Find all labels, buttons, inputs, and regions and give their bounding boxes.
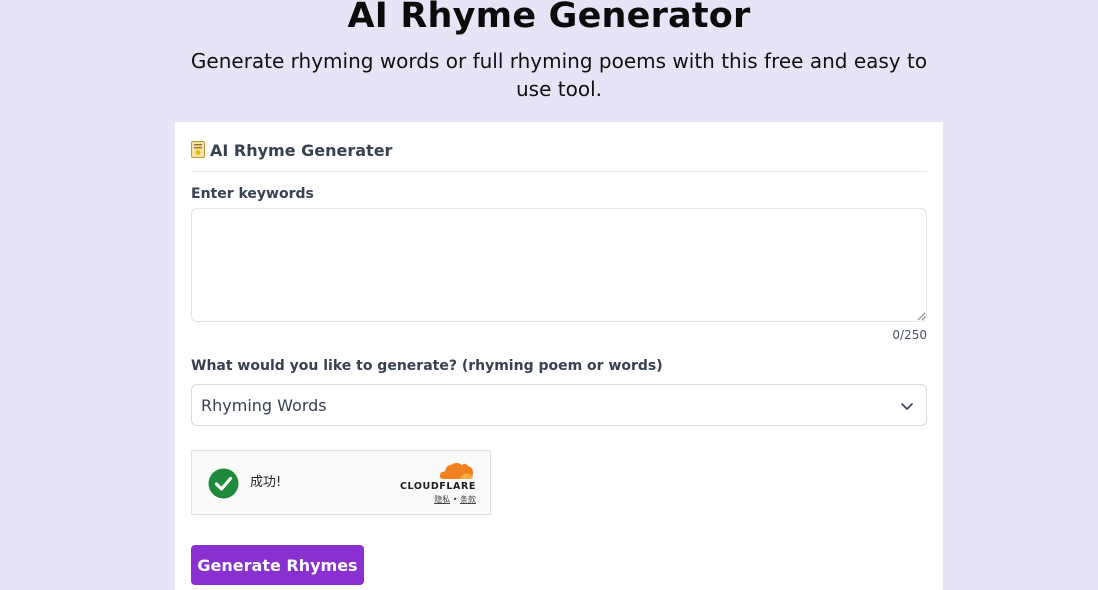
keywords-char-counter: 0/250 bbox=[892, 328, 927, 342]
page-title: AI Rhyme Generator bbox=[347, 0, 751, 36]
keywords-input[interactable] bbox=[191, 208, 927, 322]
cloudflare-wordmark: CLOUDFLARE bbox=[399, 481, 476, 492]
chevron-down-icon bbox=[901, 403, 913, 410]
page-subtitle: Generate rhyming words or full rhyming p… bbox=[190, 49, 928, 101]
card-title: AI Rhyme Generater bbox=[210, 141, 393, 160]
document-icon bbox=[191, 141, 205, 158]
links-separator: • bbox=[452, 495, 458, 504]
generate-type-select[interactable]: Rhyming Words bbox=[191, 384, 927, 426]
privacy-link[interactable]: 隐私 bbox=[434, 495, 450, 504]
terms-link[interactable]: 条款 bbox=[460, 495, 476, 504]
generate-rhymes-button[interactable]: Generate Rhymes bbox=[191, 545, 364, 585]
generate-type-label: What would you like to generate? (rhymin… bbox=[191, 358, 663, 374]
captcha-status-text: 成功! bbox=[250, 475, 282, 490]
generate-type-selected-value: Rhyming Words bbox=[201, 395, 327, 415]
cloudflare-captcha-widget[interactable]: 成功! CLOUDFLARE 隐私 • 条款 bbox=[191, 450, 491, 515]
success-check-icon bbox=[208, 468, 239, 499]
captcha-links: 隐私 • 条款 bbox=[434, 494, 476, 505]
keywords-label: Enter keywords bbox=[191, 186, 314, 202]
cloudflare-cloud-icon bbox=[439, 462, 473, 479]
resize-handle-icon[interactable] bbox=[917, 312, 926, 321]
cloudflare-logo: CLOUDFLARE 隐私 • 条款 bbox=[396, 461, 476, 505]
rhyme-generator-card: AI Rhyme Generater Enter keywords 0/250 … bbox=[175, 122, 943, 590]
card-header: AI Rhyme Generater bbox=[191, 140, 927, 172]
